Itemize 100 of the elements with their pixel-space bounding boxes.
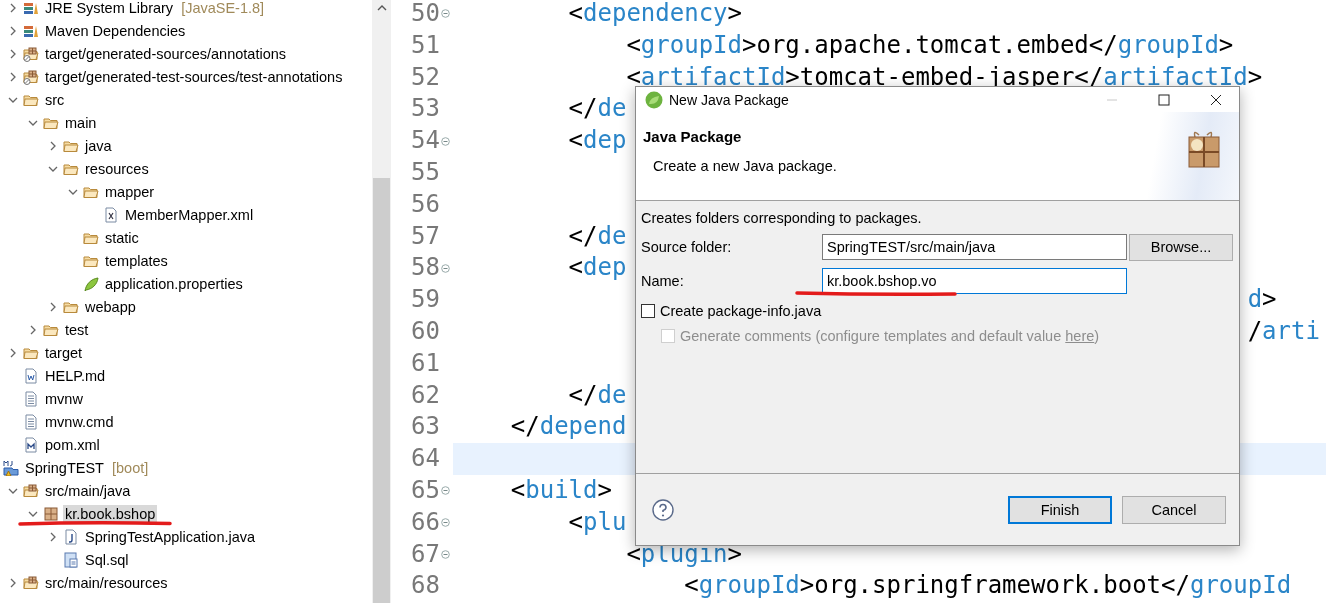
maven-file-icon — [23, 436, 39, 453]
tree-item[interactable]: test — [63, 320, 91, 339]
line-number: 57 — [411, 220, 440, 252]
scrollbar-thumb[interactable] — [373, 178, 390, 603]
text-file-icon — [23, 390, 39, 407]
collapse-icon[interactable] — [440, 518, 450, 528]
tree-item[interactable]: src — [43, 90, 67, 109]
tree-item[interactable]: mvnw.cmd — [43, 412, 116, 431]
code-line: <groupId>org.apache.tomcat.embed</groupId> — [625, 29, 1234, 61]
tree-item[interactable]: SpringTEST — [23, 458, 106, 477]
tree-item[interactable]: mvnw — [43, 389, 85, 408]
collapse-icon[interactable] — [440, 486, 450, 496]
tree-item[interactable]: target/generated-test-sources/test-annotations — [43, 67, 345, 86]
code-line: </de — [567, 220, 627, 252]
input-field[interactable]: SpringTEST/src/main/java — [822, 234, 1127, 260]
code-line: <groupId>org.springframework.boot</groupId — [683, 570, 1292, 602]
tree-item[interactable]: static — [103, 228, 141, 247]
code-line: </de — [567, 379, 627, 411]
tree-item[interactable]: MemberMapper.xml — [123, 205, 256, 224]
line-number: 67 — [411, 538, 440, 570]
collapsed-chevron-icon[interactable] — [48, 301, 58, 312]
collapsed-chevron-icon[interactable] — [8, 2, 18, 13]
tree-item[interactable]: webapp — [83, 297, 138, 316]
tree-item[interactable]: pom.xml — [43, 435, 102, 454]
collapsed-chevron-icon[interactable] — [48, 140, 58, 151]
source-folder-icon — [23, 68, 39, 85]
page-description: Create a new Java package. — [653, 158, 838, 174]
code-line: <dep — [567, 125, 627, 157]
leaf-icon — [645, 90, 663, 109]
input-field[interactable]: kr.book.bshop.vo — [822, 268, 1127, 294]
tree-item[interactable]: mapper — [103, 182, 157, 201]
line-number: 65 — [411, 474, 440, 506]
xml-file-icon — [103, 206, 119, 223]
line-number: 68 — [411, 570, 440, 602]
library-icon — [23, 0, 39, 16]
close-icon[interactable] — [1210, 93, 1222, 106]
dialog-button[interactable]: Cancel — [1122, 495, 1226, 524]
maximize-icon[interactable] — [1158, 93, 1170, 106]
line-number: 64 — [411, 443, 440, 475]
scroll-up-icon[interactable] — [376, 4, 387, 12]
line-number: 59 — [411, 284, 440, 316]
tree-item[interactable]: Sql.sql — [83, 550, 131, 569]
collapse-icon[interactable] — [440, 136, 450, 146]
tree-item[interactable]: target — [43, 343, 85, 362]
line-number: 50 — [411, 0, 440, 29]
line-number: 52 — [411, 61, 440, 93]
code-line: <plu — [567, 506, 627, 538]
tree-item[interactable]: target/generated-sources/annotations — [43, 44, 289, 63]
dialog-button[interactable]: Finish — [1008, 495, 1112, 524]
collapsed-chevron-icon[interactable] — [8, 48, 18, 59]
code-line: <dep — [567, 252, 627, 284]
line-number: 60 — [411, 315, 440, 347]
collapse-icon[interactable] — [440, 549, 450, 559]
collapsed-chevron-icon[interactable] — [48, 531, 58, 542]
tree-item[interactable]: SpringTestApplication.java — [83, 527, 258, 546]
tree-item[interactable]: HELP.md — [43, 366, 108, 385]
field-label: Name: — [641, 273, 685, 289]
collapsed-chevron-icon[interactable] — [8, 347, 18, 358]
tree-item[interactable]: templates — [103, 251, 170, 270]
page-heading: Java Package — [643, 128, 743, 145]
field-label: Source folder: — [641, 239, 733, 255]
tree-item[interactable]: src/main/java — [43, 481, 133, 500]
source-folder-icon — [23, 45, 39, 62]
help-icon[interactable] — [652, 498, 674, 521]
package-icon — [43, 505, 59, 522]
code-line: d> — [1247, 284, 1277, 316]
code-line: </de — [567, 93, 627, 125]
leaf-icon — [83, 275, 99, 292]
project-decoration: [boot] — [112, 459, 149, 476]
line-number: 62 — [411, 379, 440, 411]
tree-item[interactable]: java — [83, 136, 114, 155]
code-line: <build> — [509, 474, 612, 506]
tree-item[interactable]: JRE System Library — [43, 0, 176, 17]
checkbox[interactable] — [641, 303, 655, 318]
java-file-icon — [63, 528, 79, 545]
line-number: 55 — [411, 157, 440, 188]
window-title: New Java Package — [669, 91, 790, 108]
project-decoration: [JavaSE-1.8] — [181, 0, 265, 16]
text-file-icon — [23, 413, 39, 430]
collapsed-chevron-icon[interactable] — [28, 324, 38, 335]
code-line: <artifactId>tomcat-embed-jasper</artifactId> — [625, 61, 1263, 93]
line-number: 53 — [411, 93, 440, 125]
checkbox-label: Create package-info.java — [660, 302, 822, 319]
line-number: 56 — [411, 188, 440, 220]
collapse-icon[interactable] — [440, 9, 450, 19]
collapse-icon[interactable] — [440, 263, 450, 273]
tree-item[interactable]: resources — [83, 159, 151, 178]
tree-item[interactable]: Maven Dependencies — [43, 21, 188, 40]
code-line: </depend — [509, 411, 627, 443]
line-number: 66 — [411, 506, 440, 538]
collapsed-chevron-icon[interactable] — [8, 577, 18, 588]
collapsed-chevron-icon[interactable] — [8, 71, 18, 82]
tree-item[interactable]: main — [63, 113, 99, 132]
tree-item[interactable]: src/main/resources — [43, 573, 170, 592]
word-file-icon — [23, 367, 39, 384]
collapsed-chevron-icon[interactable] — [8, 25, 18, 36]
browse-button[interactable]: Browse... — [1129, 233, 1233, 261]
tree-item[interactable]: kr.book.bshop — [63, 504, 158, 523]
tree-item[interactable]: application.properties — [103, 274, 245, 293]
sql-file-icon — [63, 551, 79, 568]
